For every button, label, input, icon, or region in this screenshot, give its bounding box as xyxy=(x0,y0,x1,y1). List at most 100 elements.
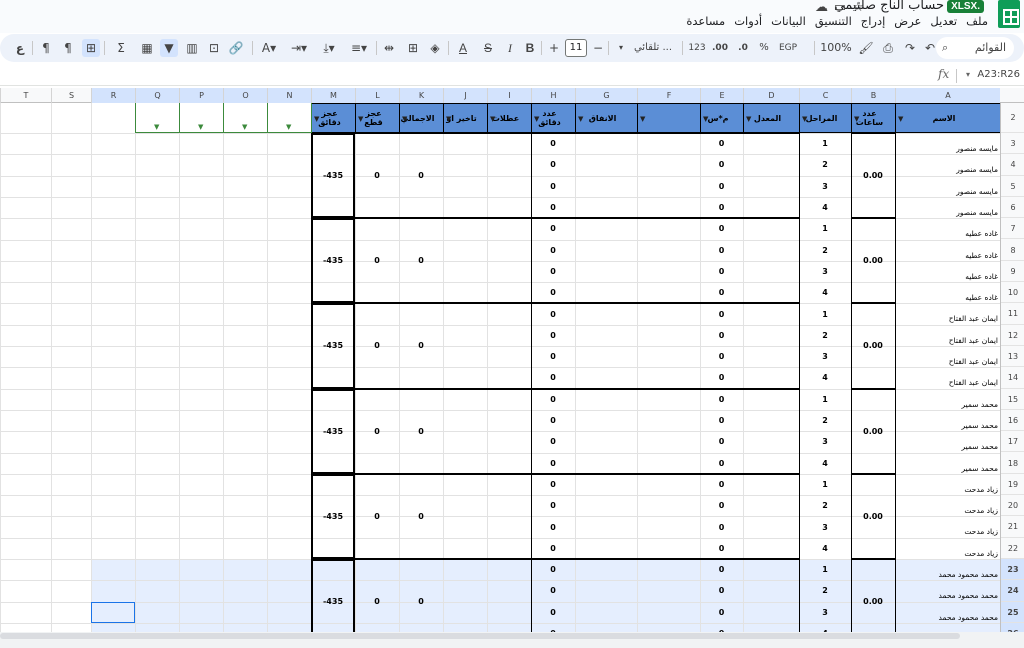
ms-value-cell[interactable]: 0 xyxy=(700,389,743,410)
ms-value-cell[interactable]: 0 xyxy=(700,623,743,632)
name-cell[interactable]: غاده عطيه xyxy=(895,229,1000,239)
name-cell[interactable]: ايمان عبد الفتاح xyxy=(895,378,1000,388)
row-header[interactable]: 24 xyxy=(1001,580,1024,602)
text-rotation-icon[interactable]: A▾ xyxy=(258,39,280,57)
increase-decimal-button[interactable]: .00 xyxy=(710,39,730,57)
functions-button[interactable]: Σ xyxy=(112,39,130,57)
font-size-input[interactable]: 11 xyxy=(565,39,587,57)
row-header[interactable]: 20 xyxy=(1001,495,1024,517)
hours-cell[interactable]: 0.00 xyxy=(851,474,895,559)
piece-deficit-cell[interactable]: 0 xyxy=(355,303,399,388)
stage-cell[interactable]: 2 xyxy=(799,154,851,175)
print-icon[interactable]: ⎙ xyxy=(880,39,896,57)
stage-cell[interactable]: 2 xyxy=(799,240,851,261)
stage-cell[interactable]: 3 xyxy=(799,176,851,197)
filter-dropdown-icon[interactable]: ▼ xyxy=(446,115,451,124)
row-header[interactable]: 26 xyxy=(1001,622,1024,632)
header-cell-k[interactable]: الاجمالي ▼ xyxy=(399,103,444,133)
scrollbar-thumb[interactable] xyxy=(0,633,960,639)
currency-format-button[interactable]: EGP xyxy=(776,39,800,57)
header-cell-g[interactable]: الانفاق ▼ xyxy=(575,103,638,133)
cell-area[interactable]: الاسم ▼ عدد ساعات ▼ المراحل ▼ المعدل ▼ م*س ▼ ▼ الان… xyxy=(0,103,1001,632)
menu-search-input[interactable]: ⌕ القوائم xyxy=(936,37,1014,59)
column-header-f[interactable]: F xyxy=(637,88,700,103)
piece-deficit-cell[interactable]: 0 xyxy=(355,559,399,632)
total-cell[interactable]: 0 xyxy=(399,303,443,388)
name-cell[interactable]: ايمان عبد الفتاح xyxy=(895,357,1000,367)
ms-value-cell[interactable]: 0 xyxy=(700,559,743,580)
name-cell[interactable]: محمد سمير xyxy=(895,421,1000,431)
minutes-cell[interactable]: 0 xyxy=(531,495,575,516)
stage-cell[interactable]: 4 xyxy=(799,197,851,218)
stage-cell[interactable]: 1 xyxy=(799,303,851,324)
minutes-cell[interactable]: 0 xyxy=(531,176,575,197)
table-format-icon[interactable]: ⊞ xyxy=(82,39,100,57)
ms-value-cell[interactable]: 0 xyxy=(700,154,743,175)
stage-cell[interactable]: 2 xyxy=(799,495,851,516)
minutes-cell[interactable]: 0 xyxy=(531,453,575,474)
column-header-b[interactable]: B xyxy=(851,88,895,103)
name-cell[interactable]: زياد مدحت xyxy=(895,549,1000,559)
row-header[interactable]: 12 xyxy=(1001,325,1024,346)
ms-value-cell[interactable]: 0 xyxy=(700,218,743,239)
column-header-i[interactable]: I xyxy=(487,88,531,103)
insert-link-icon[interactable]: 🔗 xyxy=(228,39,244,57)
menu-item[interactable]: أدوات xyxy=(734,14,762,28)
column-header-o[interactable]: O xyxy=(223,88,267,103)
name-cell[interactable]: مايسه منصور xyxy=(895,187,1000,197)
minutes-cell[interactable]: 0 xyxy=(531,261,575,282)
ms-value-cell[interactable]: 0 xyxy=(700,431,743,452)
header-cell-e[interactable]: م*س ▼ xyxy=(700,103,744,133)
row-header[interactable]: 8 xyxy=(1001,240,1024,261)
filter-dropdown-icon[interactable]: ▼ xyxy=(314,115,319,124)
filter-dropdown-icon[interactable]: ▼ xyxy=(746,115,751,124)
filter-dropdown-icon[interactable]: ▼ xyxy=(534,115,539,124)
column-header-n[interactable]: N xyxy=(267,88,311,103)
filter-dropdown-icon[interactable]: ▼ xyxy=(640,115,645,124)
filter-icon[interactable]: ▼ xyxy=(242,124,250,131)
column-header-d[interactable]: D xyxy=(743,88,799,103)
ms-value-cell[interactable]: 0 xyxy=(700,495,743,516)
header-cell-c[interactable]: المراحل ▼ xyxy=(799,103,852,133)
document-title[interactable]: حساب الناج صلتيمي xyxy=(835,0,944,13)
name-cell[interactable]: زياد مدحت xyxy=(895,485,1000,495)
stage-cell[interactable]: 3 xyxy=(799,261,851,282)
name-cell[interactable]: محمد سمير xyxy=(895,400,1000,410)
row-header[interactable]: 5 xyxy=(1001,176,1024,197)
ms-value-cell[interactable]: 0 xyxy=(700,474,743,495)
name-cell[interactable]: زياد مدحت xyxy=(895,506,1000,516)
header-cell-h[interactable]: عدد دقائق ▼ xyxy=(531,103,576,133)
filter-dropdown-icon[interactable]: ▼ xyxy=(898,115,903,124)
minutes-cell[interactable]: 0 xyxy=(531,516,575,537)
header-cell-a[interactable]: الاسم ▼ xyxy=(895,103,1001,133)
column-header-k[interactable]: K xyxy=(399,88,443,103)
filter-dropdown-icon[interactable]: ▼ xyxy=(854,115,859,124)
minute-deficit-cell[interactable]: -435 xyxy=(311,303,355,388)
filter-header-cell-o[interactable]: ▼ xyxy=(223,103,268,133)
row-header[interactable]: 19 xyxy=(1001,474,1024,496)
column-header-t[interactable]: T xyxy=(0,88,51,103)
ms-value-cell[interactable]: 0 xyxy=(700,303,743,324)
name-cell[interactable]: مايسه منصور xyxy=(895,165,1000,175)
row-header[interactable]: 10 xyxy=(1001,282,1024,304)
stage-cell[interactable]: 3 xyxy=(799,346,851,367)
filter-header-cell-n[interactable]: ▼ xyxy=(267,103,312,133)
ms-value-cell[interactable]: 0 xyxy=(700,516,743,537)
total-cell[interactable]: 0 xyxy=(399,133,443,218)
column-header-c[interactable]: C xyxy=(799,88,851,103)
menu-item[interactable]: تعديل xyxy=(930,14,957,28)
menu-item[interactable]: إدراج xyxy=(861,14,886,28)
row-header[interactable]: 22 xyxy=(1001,538,1024,559)
ms-value-cell[interactable]: 0 xyxy=(700,580,743,601)
row-header[interactable]: 3 xyxy=(1001,133,1024,155)
rtl-paragraph-icon[interactable]: ¶ xyxy=(60,39,76,57)
stage-cell[interactable]: 1 xyxy=(799,218,851,239)
undo-icon[interactable]: ↶ xyxy=(922,39,938,57)
stage-cell[interactable]: 2 xyxy=(799,325,851,346)
stage-cell[interactable]: 4 xyxy=(799,282,851,303)
filter-dropdown-icon[interactable]: ▼ xyxy=(802,115,807,124)
bold-button[interactable]: B xyxy=(524,39,536,57)
stage-cell[interactable]: 4 xyxy=(799,453,851,474)
filter-dropdown-icon[interactable]: ▼ xyxy=(490,115,495,124)
ms-value-cell[interactable]: 0 xyxy=(700,197,743,218)
